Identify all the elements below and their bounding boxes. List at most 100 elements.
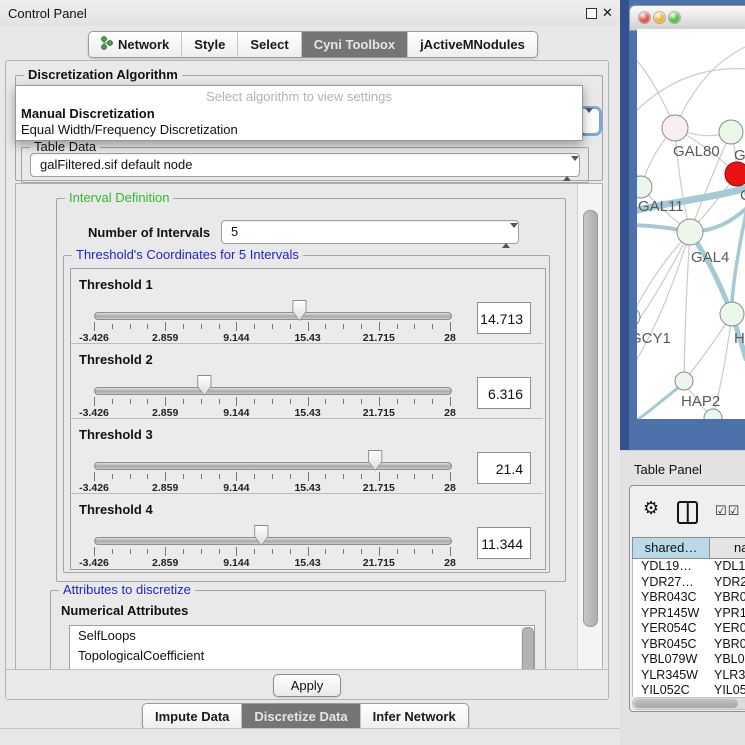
settings-scrollbar[interactable] bbox=[577, 184, 602, 670]
tick-label: 21.715 bbox=[363, 482, 395, 494]
network-window-titlebar[interactable] bbox=[629, 5, 745, 31]
thresholds-group: Threshold's Coordinates for 5 Intervals … bbox=[63, 255, 550, 573]
threshold-slider-thumb[interactable] bbox=[367, 450, 383, 471]
threshold-slider-thumb[interactable] bbox=[291, 300, 307, 321]
table-row[interactable]: YPR145WYPR145W bbox=[633, 606, 745, 622]
split-columns-icon[interactable] bbox=[677, 501, 698, 524]
major-tick bbox=[450, 397, 451, 406]
network-node-gal80[interactable] bbox=[662, 115, 688, 141]
number-of-intervals-combobox[interactable]: 5 bbox=[221, 220, 519, 244]
threshold-slider-track[interactable] bbox=[94, 462, 452, 470]
threshold-slider-track[interactable] bbox=[94, 312, 452, 320]
network-window: GAL80GACGAL11GAL4GCY1HHAP2 bbox=[620, 0, 745, 450]
tab-label: Network bbox=[118, 37, 169, 52]
minor-tick bbox=[254, 549, 255, 554]
float-window-icon[interactable] bbox=[586, 8, 597, 19]
zoom-traffic-light-icon[interactable] bbox=[669, 12, 680, 23]
tab-infer-network[interactable]: Infer Network bbox=[361, 704, 468, 729]
column-header-name[interactable]: na bbox=[710, 537, 745, 559]
tick-label: 28 bbox=[444, 332, 456, 344]
network-edge[interactable] bbox=[675, 47, 745, 128]
minor-tick bbox=[325, 324, 326, 329]
tab-impute-data[interactable]: Impute Data bbox=[143, 704, 242, 729]
algorithm-option-manual[interactable]: Manual Discretization bbox=[21, 106, 155, 121]
minor-tick bbox=[183, 474, 184, 479]
combo-arrows-icon bbox=[563, 158, 571, 172]
tab-jactivemnodules[interactable]: jActiveMNodules bbox=[408, 32, 537, 57]
attr-items: SelfLoopsTopologicalCoefficientBetweenne… bbox=[70, 626, 534, 671]
tick-label: -3.426 bbox=[79, 557, 109, 569]
network-node-hap2[interactable] bbox=[675, 372, 693, 390]
algorithm-placeholder-option[interactable]: Select algorithm to view settings bbox=[16, 89, 582, 104]
table-panel: Table Panel ⚙ ☑☑ shared… na YDL19…YDL19…… bbox=[620, 450, 745, 745]
network-node-c[interactable] bbox=[725, 162, 745, 186]
table-row[interactable]: YDR27…YDR27… bbox=[633, 575, 745, 591]
table-row[interactable]: YBR045CYBR045C bbox=[633, 637, 745, 653]
attribute-list-item[interactable]: TopologicalCoefficient bbox=[70, 646, 534, 666]
minor-tick bbox=[130, 474, 131, 479]
number-of-intervals-value: 5 bbox=[231, 224, 238, 239]
network-edge[interactable] bbox=[684, 232, 690, 381]
threshold-slider-thumb[interactable] bbox=[196, 375, 212, 396]
network-edge[interactable] bbox=[637, 232, 690, 339]
gear-icon[interactable]: ⚙ bbox=[643, 499, 659, 517]
tab-select[interactable]: Select bbox=[238, 32, 301, 57]
network-canvas[interactable]: GAL80GACGAL11GAL4GCY1HHAP2 bbox=[637, 29, 745, 419]
settings-scrollbar-thumb[interactable] bbox=[583, 210, 598, 627]
threshold-slider-track[interactable] bbox=[94, 387, 452, 395]
interval-definition-title: Interval Definition bbox=[65, 190, 173, 205]
network-node-ga[interactable] bbox=[719, 120, 743, 144]
table-data-group: Table Data galFiltered.sif default node bbox=[21, 147, 589, 183]
major-tick bbox=[165, 472, 166, 481]
table-row[interactable]: YIL052CYIL052C bbox=[633, 683, 745, 697]
network-edge-highlighted[interactable] bbox=[637, 385, 682, 419]
threshold-value-field[interactable]: 6.316 bbox=[477, 377, 531, 409]
close-traffic-light-icon[interactable] bbox=[639, 12, 650, 23]
tick-label: 2.859 bbox=[152, 482, 178, 494]
select-columns-icons[interactable]: ☑☑ bbox=[715, 503, 740, 519]
network-edge[interactable] bbox=[637, 232, 690, 379]
algorithm-option-equal-width[interactable]: Equal Width/Frequency Discretization bbox=[21, 122, 238, 137]
table-row[interactable]: YER054CYER054C bbox=[633, 621, 745, 637]
threshold-slider-thumb[interactable] bbox=[253, 525, 269, 546]
network-node-gal11[interactable] bbox=[637, 176, 652, 198]
attributes-scrollbar-thumb[interactable] bbox=[522, 627, 534, 671]
numerical-attributes-list: SelfLoopsTopologicalCoefficientBetweenne… bbox=[69, 625, 535, 671]
major-tick bbox=[379, 472, 380, 481]
threshold-value-field[interactable]: 14.713 bbox=[477, 302, 531, 334]
minor-tick bbox=[432, 324, 433, 329]
tab-cyni-toolbox[interactable]: Cyni Toolbox bbox=[302, 32, 408, 57]
network-edge[interactable] bbox=[637, 109, 641, 187]
tab-style[interactable]: Style bbox=[182, 32, 238, 57]
table-row[interactable]: YDL19…YDL19… bbox=[633, 559, 745, 575]
network-node-gcy1[interactable] bbox=[637, 308, 640, 326]
threshold-slider-track[interactable] bbox=[94, 537, 452, 545]
minor-tick bbox=[112, 324, 113, 329]
minimize-traffic-light-icon[interactable] bbox=[654, 12, 665, 23]
table-row[interactable]: YBL079WYBL079W bbox=[633, 652, 745, 668]
major-tick bbox=[450, 322, 451, 331]
column-header-shared-name[interactable]: shared… bbox=[632, 537, 710, 559]
tick-label: 21.715 bbox=[363, 332, 395, 344]
table-horizontal-scrollbar[interactable] bbox=[632, 697, 745, 710]
apply-button[interactable]: Apply bbox=[273, 674, 341, 697]
attributes-list-scrollbar[interactable] bbox=[521, 627, 533, 671]
table-data-combobox[interactable]: galFiltered.sif default node bbox=[30, 153, 580, 177]
table-row[interactable]: YLR345WYLR345W bbox=[633, 668, 745, 684]
network-node-h[interactable] bbox=[720, 302, 744, 326]
table-hscrollbar-thumb[interactable] bbox=[634, 699, 738, 708]
close-icon[interactable]: ✕ bbox=[602, 5, 613, 21]
threshold-value-field[interactable]: 21.4 bbox=[477, 452, 531, 484]
attribute-list-item[interactable]: SelfLoops bbox=[70, 626, 534, 646]
tick-label: 21.715 bbox=[363, 557, 395, 569]
tab-network[interactable]: Network bbox=[89, 32, 182, 57]
major-tick bbox=[165, 547, 166, 556]
cell-shared-name: YBR043C bbox=[641, 590, 697, 604]
tick-label: 9.144 bbox=[223, 482, 249, 494]
threshold-value-field[interactable]: 11.344 bbox=[477, 527, 531, 559]
network-node[interactable] bbox=[704, 409, 722, 419]
table-row[interactable]: YBR043CYBR043C bbox=[633, 590, 745, 606]
tab-discretize-data[interactable]: Discretize Data bbox=[242, 704, 360, 729]
network-node-gal4[interactable] bbox=[677, 219, 703, 245]
major-tick bbox=[308, 547, 309, 556]
